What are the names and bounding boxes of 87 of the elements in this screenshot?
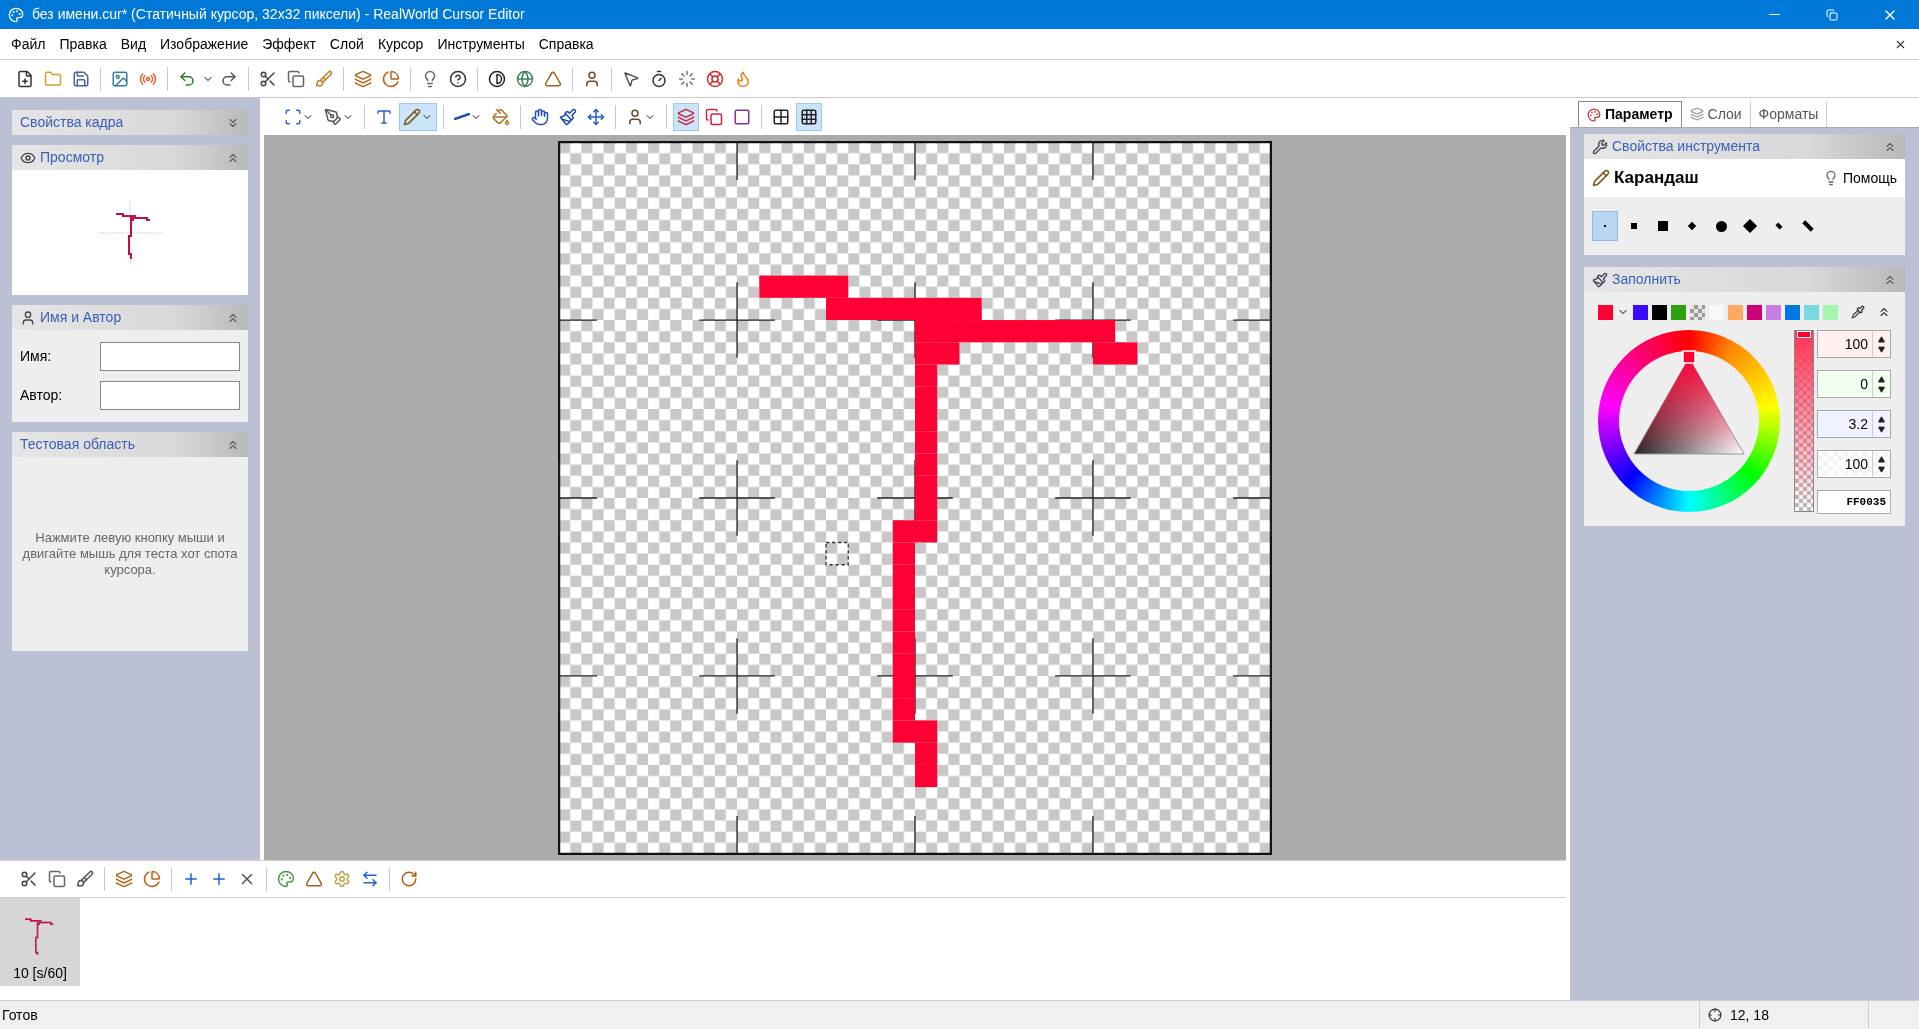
spin-field[interactable]: 3.2 [1817, 410, 1891, 438]
tool-button[interactable] [399, 102, 437, 131]
menu-item[interactable]: Справка [531, 33, 601, 55]
panel-header[interactable]: Заполнить [1584, 267, 1905, 292]
current-color-swatch[interactable] [1598, 304, 1613, 320]
input-field[interactable] [100, 381, 240, 410]
menu-item[interactable]: Эффект [255, 33, 323, 55]
panel-header[interactable]: Тестовая область [12, 432, 248, 457]
window-title: без имени.cur* (Статичный курсор, 32x32 пиксели) - RealWorld Cursor Editor [32, 5, 526, 24]
person-icon [626, 107, 644, 126]
up-arrow-icon[interactable] [1878, 375, 1885, 383]
up-arrow-icon[interactable] [1878, 455, 1885, 463]
color-swatch[interactable] [1785, 304, 1800, 320]
menu-item[interactable]: Правка [52, 33, 114, 55]
crosshair-icon [1708, 1008, 1722, 1022]
pen-icon [324, 107, 342, 126]
test-area[interactable]: Нажмите левую кнопку мыши и двигайте мышь для теста хот спота курсора. [12, 457, 248, 651]
pencil-icon [403, 107, 421, 126]
down-arrow-icon[interactable] [1878, 425, 1885, 433]
app-icon [8, 6, 24, 23]
input-field[interactable] [100, 342, 240, 371]
menu-item[interactable]: Вид [113, 33, 154, 55]
color-swatch[interactable] [1652, 304, 1667, 320]
restore-icon [1826, 8, 1838, 21]
panel-tab[interactable]: Слои [1681, 101, 1751, 127]
tool-name: Карандаш [1614, 167, 1700, 190]
hand-icon [531, 107, 549, 126]
color-swatch[interactable] [1633, 304, 1648, 320]
up-arrow-icon[interactable] [1878, 335, 1885, 343]
panel-header[interactable]: Просмотр [12, 145, 248, 170]
color-swatch[interactable] [1728, 304, 1743, 320]
eyedropper-icon[interactable] [1851, 305, 1865, 319]
frame-thumbnail[interactable]: 10 [s/60] [0, 898, 80, 986]
test-hint: Нажмите левую кнопку мыши и двигайте мышь для теста хот спота курсора. [21, 530, 239, 578]
down-arrow-icon[interactable] [1878, 345, 1885, 353]
pixel-canvas[interactable] [558, 140, 1272, 855]
spin-field[interactable]: 100 [1817, 330, 1891, 358]
up-arrow-icon[interactable] [1878, 415, 1885, 423]
panel-header[interactable]: Свойства кадра [12, 110, 248, 135]
panel-title: Просмотр [40, 148, 105, 167]
menu-item[interactable]: Изображение [153, 33, 256, 55]
panel-title: Свойства кадра [20, 113, 125, 132]
alpha-slider[interactable] [1794, 330, 1814, 512]
panel-header[interactable]: Свойства инструмента [1584, 134, 1905, 159]
color-swatch[interactable] [1823, 304, 1838, 320]
panel-title: Заполнить [1612, 270, 1682, 289]
color-swatch[interactable] [1766, 304, 1781, 320]
menu-item[interactable]: Курсор [370, 33, 431, 55]
transparent-swatch[interactable] [1690, 304, 1705, 320]
minimize-icon [1768, 14, 1780, 15]
spin-field[interactable]: 100 [1817, 450, 1891, 478]
spin-field[interactable]: 0 [1817, 370, 1891, 398]
panel-tab[interactable]: Форматы [1750, 101, 1828, 127]
grid-icon [800, 107, 818, 126]
panel-title: Свойства инструмента [1612, 137, 1761, 156]
down-arrow-icon[interactable] [1878, 465, 1885, 473]
bucket-icon [492, 107, 510, 126]
line-icon [454, 113, 470, 120]
color-swatch[interactable] [1671, 304, 1686, 320]
slider-thumb[interactable] [1797, 331, 1811, 338]
layers-icon [1689, 107, 1704, 121]
move-icon [587, 107, 605, 126]
frame-label: 10 [s/60] [13, 964, 67, 983]
selection-icon [284, 107, 302, 126]
status-text: Готов [1, 1005, 39, 1025]
grid-icon [772, 107, 790, 126]
panel-title: Имя и Автор [40, 308, 123, 327]
down-arrow-icon[interactable] [1878, 385, 1885, 393]
menu-item[interactable]: Файл [4, 33, 53, 55]
cursor-preview [98, 200, 162, 265]
panel-tab[interactable]: Параметр [1578, 101, 1682, 127]
help-link[interactable]: Помощь [1822, 167, 1897, 189]
menu-item[interactable]: Инструменты [430, 33, 532, 55]
paints-icon [1587, 107, 1601, 122]
hex-field[interactable]: FF0035 [1817, 490, 1891, 514]
text-icon [375, 107, 393, 126]
color-swatch[interactable] [1804, 304, 1819, 320]
brush-icon [559, 107, 577, 126]
cursor-coordinates: 12, 18 [1730, 1005, 1769, 1025]
field-label: Автор: [20, 386, 64, 405]
panel-title: Тестовая область [20, 435, 136, 454]
panel-header[interactable]: Имя и Автор [12, 305, 248, 330]
tool-button[interactable] [796, 102, 822, 131]
pencil-icon [1592, 169, 1610, 187]
menu-item[interactable]: Слой [322, 33, 371, 55]
field-label: Имя: [20, 347, 53, 366]
color-swatch[interactable] [1747, 304, 1762, 320]
